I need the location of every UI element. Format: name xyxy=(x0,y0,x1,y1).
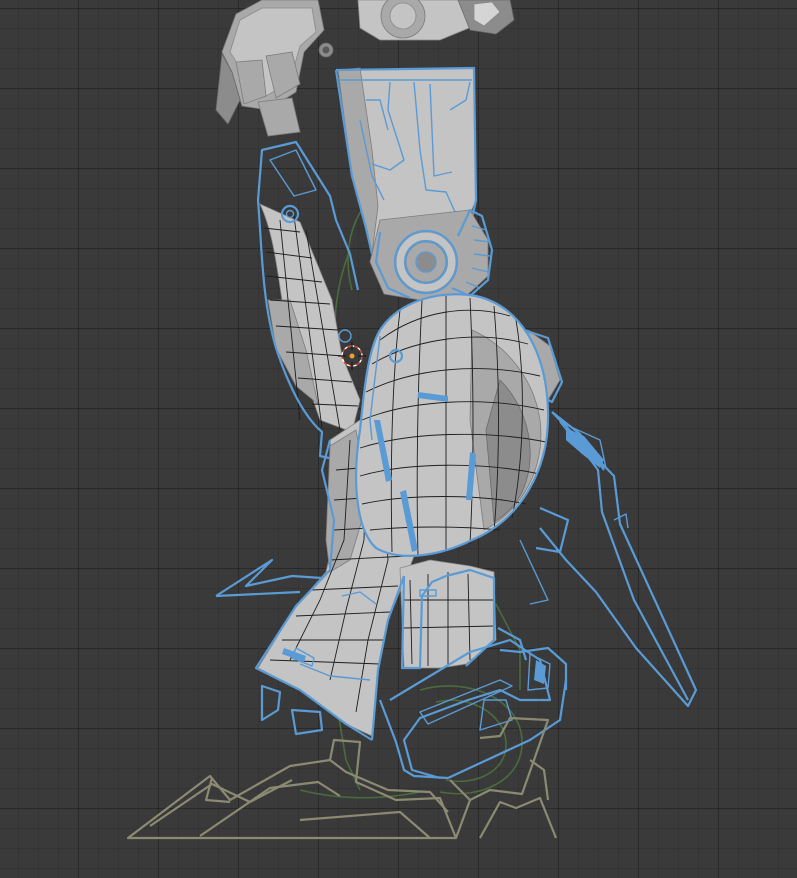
back-fin[interactable] xyxy=(256,140,361,462)
scene-canvas[interactable] xyxy=(0,0,797,878)
3d-viewport[interactable] xyxy=(0,0,797,878)
object-origin-marker xyxy=(338,329,352,343)
knee-pad[interactable] xyxy=(355,293,550,557)
knee-joint[interactable] xyxy=(369,208,494,301)
heel-spike[interactable] xyxy=(215,558,323,598)
